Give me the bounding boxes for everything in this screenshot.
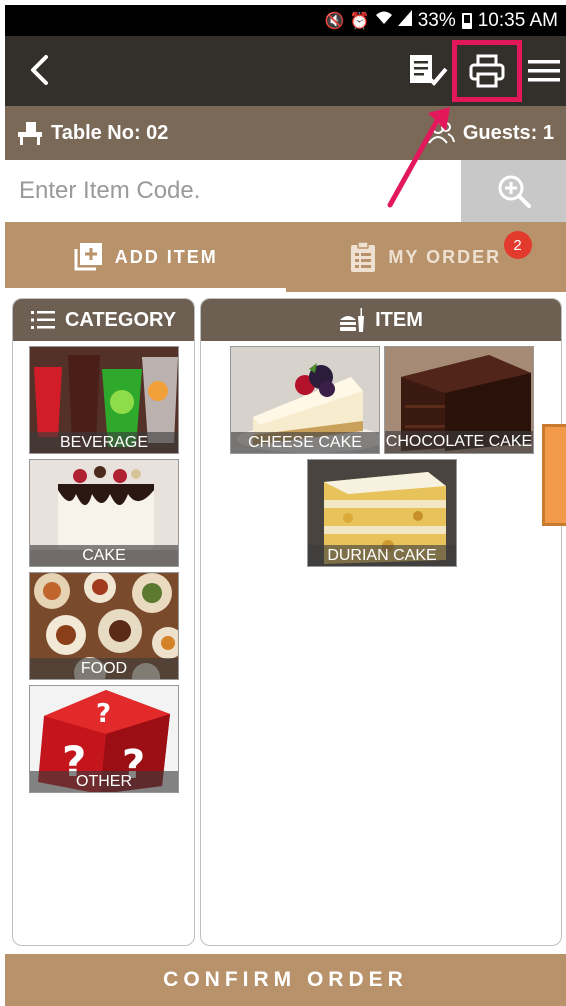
category-label: BEVERAGE [30,432,178,453]
checklist-icon [410,55,448,86]
tab-my-order[interactable]: MY ORDER 2 [286,222,566,292]
confirm-order-button[interactable]: CONFIRM ORDER [5,954,566,1006]
wifi-icon [375,10,393,31]
food-drink-icon [340,308,365,332]
mute-icon: 🔇 [324,12,345,30]
guests-label: Guests: 1 [462,121,554,144]
add-item-icon [74,243,102,271]
table-number-label: Table No: 02 [51,121,169,144]
category-tile-beverage[interactable]: BEVERAGE [29,346,179,454]
status-bar: 🔇 ⏰ 33% 10:35 AM [5,5,566,36]
item-code-input[interactable] [5,160,461,222]
item-tile-cheese-cake[interactable]: CHEESE CAKE [230,346,380,454]
category-tile-food[interactable]: FOOD [29,572,179,680]
item-title: ITEM [375,308,423,331]
item-code-search [5,160,566,222]
menu-button[interactable] [521,48,566,94]
tab-my-order-label: MY ORDER [388,246,502,267]
item-panel: ITEM CHEESE CAKE CHOCOLATE CAKE DURIAN C… [200,298,562,946]
chevron-left-icon [31,55,48,85]
category-label: CAKE [30,545,178,566]
battery-percent: 33% [417,9,456,31]
table-info-bar: Table No: 02 Guests: 1 [5,106,566,160]
chair-icon [18,122,42,145]
item-label: CHOCOLATE CAKE [385,431,533,453]
print-button[interactable] [452,40,522,102]
category-panel-header: CATEGORY [13,299,194,341]
svg-text:?: ? [96,699,111,729]
category-label: FOOD [30,658,178,679]
item-label: CHEESE CAKE [231,432,379,453]
search-button[interactable] [461,160,566,222]
order-tabs: ADD ITEM MY ORDER 2 [5,222,566,292]
table-number: Table No: 02 [17,121,168,145]
category-tile-other[interactable]: ? ? ? OTHER [29,685,179,793]
hamburger-menu-icon [528,60,560,82]
users-icon [428,122,455,144]
side-drawer-handle[interactable] [542,424,566,526]
clipboard-icon [351,241,376,272]
category-panel: CATEGORY BEVERAGE CAKE FOOD ? ? ? OTHER [12,298,195,946]
signal-icon [397,10,412,31]
item-panel-header: ITEM [201,299,561,341]
list-icon [30,311,55,329]
battery-icon [461,12,472,29]
printer-icon [469,54,505,88]
category-tile-cake[interactable]: CAKE [29,459,179,567]
item-tile-chocolate-cake[interactable]: CHOCOLATE CAKE [384,346,534,454]
category-label: OTHER [30,771,178,792]
alarm-icon: ⏰ [349,12,370,30]
status-icons: 🔇 ⏰ [325,10,412,31]
guests-count: Guests: 1 [427,121,554,145]
category-title: CATEGORY [64,308,177,331]
order-checklist-button[interactable] [405,48,451,94]
order-count-badge: 2 [503,231,532,259]
zoom-in-icon [498,175,531,208]
clock: 10:35 AM [477,9,558,31]
item-tile-durian-cake[interactable]: DURIAN CAKE [307,459,457,567]
top-app-bar [5,36,566,106]
tab-add-item[interactable]: ADD ITEM [5,222,286,292]
tab-add-item-label: ADD ITEM [114,246,218,267]
item-label: DURIAN CAKE [308,545,456,566]
back-button[interactable] [19,50,59,90]
